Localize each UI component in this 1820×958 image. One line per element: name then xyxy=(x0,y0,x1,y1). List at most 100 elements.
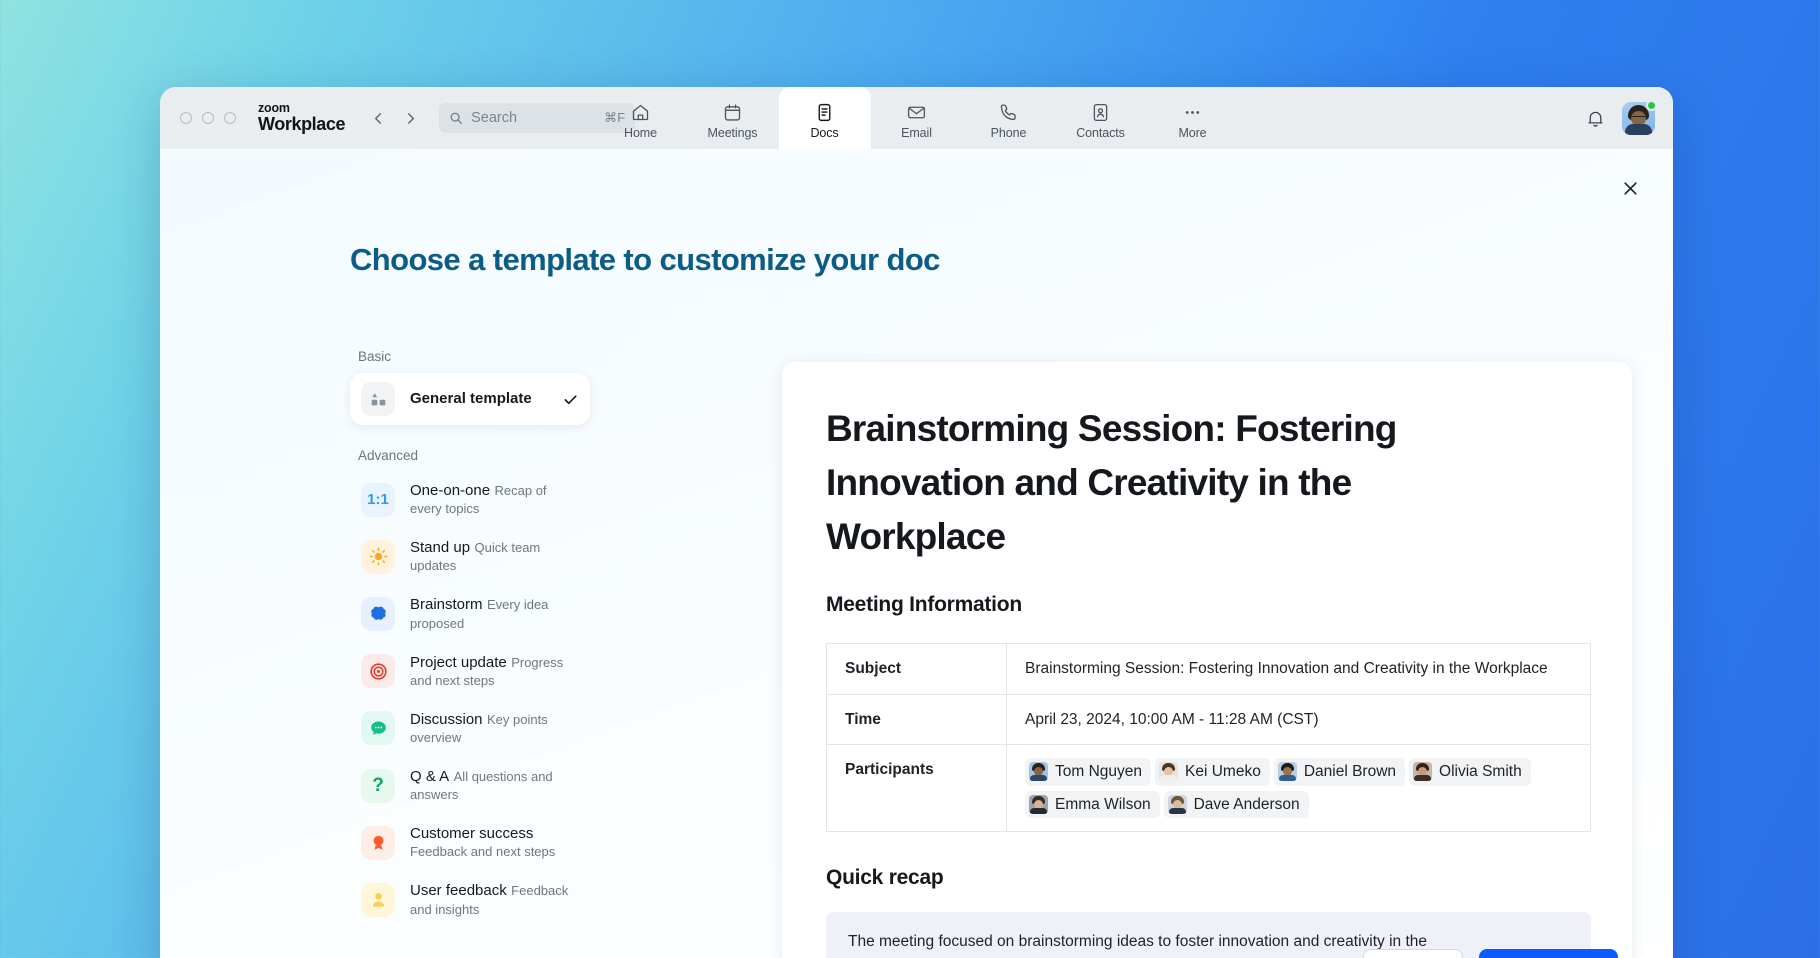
check-icon xyxy=(562,391,579,408)
participant-name: Emma Wilson xyxy=(1055,793,1151,817)
cancel-button[interactable]: Cancel xyxy=(1363,949,1462,958)
sidebar-item-q-and-a[interactable]: ? Q & A All questions and answers xyxy=(350,758,590,813)
sidebar-item-text: User feedback Feedback and insights xyxy=(410,881,579,918)
sidebar-item-text: One-on-one Recap of every topics xyxy=(410,481,579,518)
tab-docs[interactable]: Docs xyxy=(779,87,871,149)
shapes-icon xyxy=(361,382,395,416)
participant-avatar-icon xyxy=(1168,795,1187,814)
sidebar-item-discussion[interactable]: Discussion Key points overview xyxy=(350,701,590,756)
participant-chip[interactable]: Emma Wilson xyxy=(1025,791,1160,819)
search-placeholder: Search xyxy=(471,110,596,126)
sidebar-item-stand-up[interactable]: Stand up Quick team updates xyxy=(350,529,590,584)
search-icon xyxy=(449,111,463,125)
chat-bubble-icon xyxy=(361,711,395,745)
page-title: Choose a template to customize your doc xyxy=(350,242,940,278)
participant-chip[interactable]: Dave Anderson xyxy=(1164,791,1309,819)
envelope-icon xyxy=(906,102,927,123)
sidebar-group-label-advanced: Advanced xyxy=(358,448,590,463)
sidebar-item-name: Project update xyxy=(410,654,507,671)
app-window: zoom Workplace Search ⌘F Home Meetings xyxy=(160,87,1673,958)
participant-avatar-icon xyxy=(1029,795,1048,814)
sidebar-item-text: Q & A All questions and answers xyxy=(410,767,579,804)
sidebar-item-name: Q & A xyxy=(410,768,449,785)
brain-icon xyxy=(361,597,395,631)
window-maximize-dot[interactable] xyxy=(224,112,236,124)
modal-footer-actions: Cancel Use template xyxy=(1363,949,1618,958)
close-icon[interactable] xyxy=(1615,173,1645,203)
brand-workplace: Workplace xyxy=(258,115,345,133)
sidebar-item-project-update[interactable]: Project update Progress and next steps xyxy=(350,644,590,699)
table-cell-value: Brainstorming Session: Fostering Innovat… xyxy=(1007,644,1591,695)
titlebar-right-actions xyxy=(1585,102,1655,135)
tab-email-label: Email xyxy=(901,126,932,140)
participant-name: Olivia Smith xyxy=(1439,760,1522,784)
target-icon xyxy=(361,654,395,688)
sidebar-item-text: Stand up Quick team updates xyxy=(410,538,579,575)
chevron-left-icon[interactable] xyxy=(365,105,391,131)
avatar[interactable] xyxy=(1622,102,1655,135)
participant-chip[interactable]: Kei Umeko xyxy=(1155,758,1270,786)
participant-avatar-icon xyxy=(1413,762,1432,781)
table-cell-key: Subject xyxy=(827,644,1007,695)
participant-name: Tom Nguyen xyxy=(1055,760,1142,784)
document-preview[interactable]: Brainstorming Session: Fostering Innovat… xyxy=(782,362,1632,958)
chevron-right-icon[interactable] xyxy=(397,105,423,131)
sidebar-item-text: General template xyxy=(410,389,547,408)
document-title: Brainstorming Session: Fostering Innovat… xyxy=(826,402,1486,564)
participant-avatar-icon xyxy=(1278,762,1297,781)
window-controls[interactable] xyxy=(180,112,236,124)
sidebar-item-name: Discussion xyxy=(410,711,483,728)
sidebar-item-text: Customer success Feedback and next steps xyxy=(410,824,579,861)
tab-home[interactable]: Home xyxy=(595,87,687,149)
status-badge xyxy=(1646,100,1657,111)
tab-meetings-label: Meetings xyxy=(708,126,758,140)
template-chooser-modal: Choose a template to customize your doc … xyxy=(160,149,1673,958)
table-cell-key: Time xyxy=(827,694,1007,745)
table-cell-participants: Tom Nguyen Kei Umeko Daniel Brown xyxy=(1007,745,1591,832)
app-logo: zoom Workplace xyxy=(258,102,345,133)
tab-meetings[interactable]: Meetings xyxy=(687,87,779,149)
ribbon-icon xyxy=(361,826,395,860)
sidebar-item-name: General template xyxy=(410,390,532,407)
sidebar-item-text: Project update Progress and next steps xyxy=(410,653,579,690)
document-icon xyxy=(814,102,835,123)
tab-contacts[interactable]: Contacts xyxy=(1055,87,1147,149)
window-minimize-dot[interactable] xyxy=(202,112,214,124)
sidebar-item-name: User feedback xyxy=(410,882,507,899)
sidebar-item-one-on-one[interactable]: 1:1 One-on-one Recap of every topics xyxy=(350,472,590,527)
sidebar-item-general-template[interactable]: General template xyxy=(350,373,590,425)
window-close-dot[interactable] xyxy=(180,112,192,124)
question-mark-icon: ? xyxy=(361,769,395,803)
sidebar-item-text: Brainstorm Every idea proposed xyxy=(410,595,579,632)
sidebar-item-customer-success[interactable]: Customer success Feedback and next steps xyxy=(350,815,590,870)
participant-avatar-icon xyxy=(1029,762,1048,781)
bell-icon[interactable] xyxy=(1585,108,1606,129)
tab-email[interactable]: Email xyxy=(871,87,963,149)
sidebar-item-user-feedback[interactable]: User feedback Feedback and insights xyxy=(350,872,590,927)
participant-chip[interactable]: Olivia Smith xyxy=(1409,758,1531,786)
contacts-icon xyxy=(1090,102,1111,123)
person-icon xyxy=(361,883,395,917)
home-icon xyxy=(630,102,651,123)
participant-name: Daniel Brown xyxy=(1304,760,1396,784)
use-template-button[interactable]: Use template xyxy=(1479,949,1618,958)
tab-phone[interactable]: Phone xyxy=(963,87,1055,149)
section-heading-quick-recap: Quick recap xyxy=(826,866,1577,890)
table-row: Subject Brainstorming Session: Fostering… xyxy=(827,644,1591,695)
sidebar-group-label-basic: Basic xyxy=(358,349,590,364)
sidebar-item-brainstorm[interactable]: Brainstorm Every idea proposed xyxy=(350,586,590,641)
table-row: Participants Tom Nguyen Kei Umeko xyxy=(827,745,1591,832)
phone-icon xyxy=(998,102,1019,123)
participant-avatar-icon xyxy=(1159,762,1178,781)
participant-name: Dave Anderson xyxy=(1194,793,1300,817)
sidebar-item-name: Stand up xyxy=(410,539,470,556)
sidebar-item-name: Customer success xyxy=(410,825,533,842)
nav-arrows xyxy=(365,105,423,131)
participant-chip-list: Tom Nguyen Kei Umeko Daniel Brown xyxy=(1025,758,1572,818)
sidebar-item-name: Brainstorm xyxy=(410,596,483,613)
participant-chip[interactable]: Tom Nguyen xyxy=(1025,758,1151,786)
section-heading-meeting-information: Meeting Information xyxy=(826,593,1577,617)
tab-more[interactable]: More xyxy=(1147,87,1239,149)
calendar-icon xyxy=(722,102,743,123)
participant-chip[interactable]: Daniel Brown xyxy=(1274,758,1405,786)
